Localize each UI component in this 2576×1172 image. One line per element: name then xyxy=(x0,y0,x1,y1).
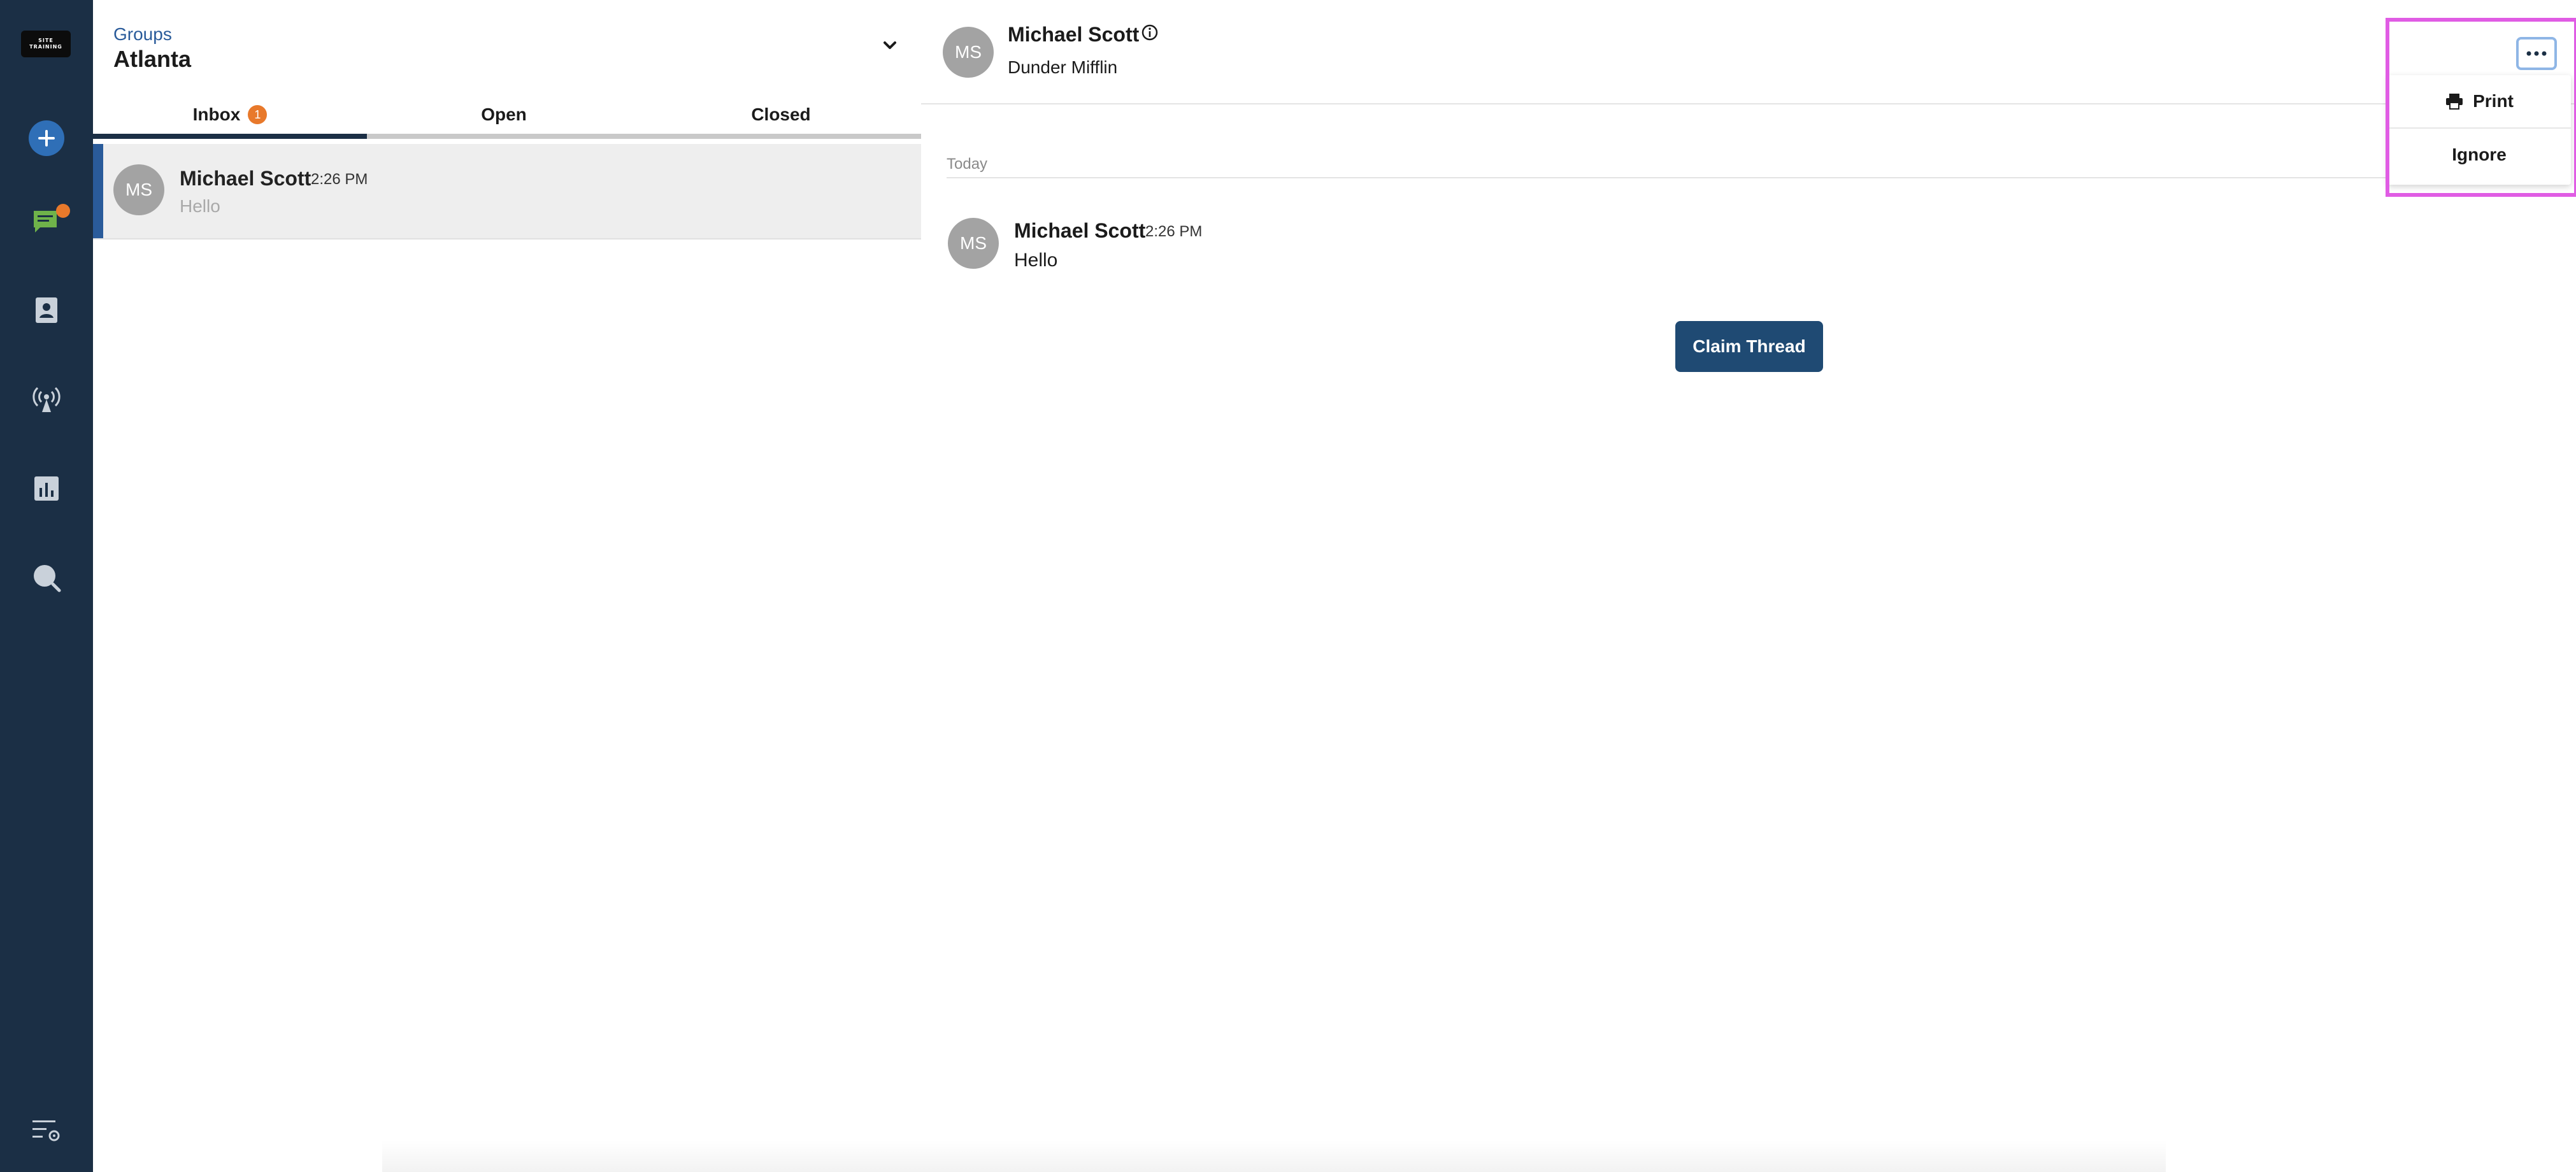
nav-rail: SITE TRAINING xyxy=(0,0,93,1172)
contact-organization: Dunder Mifflin xyxy=(1008,57,1118,77)
thread-row[interactable]: MS Michael Scott 2:26 PM Hello xyxy=(93,144,921,239)
menu-print-label: Print xyxy=(2473,91,2514,111)
group-name[interactable]: Atlanta xyxy=(113,46,191,73)
messages-nav-button[interactable] xyxy=(25,201,70,243)
notification-dot xyxy=(56,204,70,218)
day-separator-label: Today xyxy=(947,155,988,173)
contacts-nav-button[interactable] xyxy=(25,289,68,331)
plus-icon xyxy=(29,120,64,156)
thread-tabs: Inbox 1 Open Closed xyxy=(93,96,921,140)
message-sender: Michael Scott xyxy=(1014,219,1146,242)
analytics-icon xyxy=(34,476,59,501)
broadcast-nav-button[interactable] xyxy=(25,378,68,420)
new-thread-button[interactable] xyxy=(25,117,68,159)
printer-icon xyxy=(2446,94,2463,110)
tab-inbox[interactable]: Inbox 1 xyxy=(93,96,367,134)
thread-contact-name: Michael Scott xyxy=(180,167,311,190)
settings-list-icon xyxy=(32,1120,60,1141)
info-icon[interactable] xyxy=(1140,23,1159,42)
contact-name: Michael Scott xyxy=(1008,23,1140,46)
broadcast-icon xyxy=(32,387,61,412)
tab-open[interactable]: Open xyxy=(367,96,641,134)
message-time: 2:26 PM xyxy=(1145,223,1203,240)
bottom-shadow xyxy=(382,1140,2166,1172)
tab-active-indicator xyxy=(93,134,367,139)
conversation-pane: MS Michael Scott Dunder Mifflin Today MS… xyxy=(921,0,2576,1172)
day-separator-line xyxy=(947,177,2565,178)
ellipsis-icon xyxy=(2526,51,2547,56)
tab-closed[interactable]: Closed xyxy=(641,96,921,134)
app-logo[interactable]: SITE TRAINING xyxy=(21,31,71,57)
contact-avatar: MS xyxy=(943,27,994,78)
chevron-down-icon[interactable] xyxy=(880,36,899,55)
avatar: MS xyxy=(113,164,164,215)
menu-item-ignore[interactable]: Ignore xyxy=(2387,129,2571,181)
thread-preview: Hello xyxy=(180,196,220,216)
selected-row-accent xyxy=(93,144,103,238)
tab-inbox-label: Inbox xyxy=(192,104,241,124)
settings-nav-button[interactable] xyxy=(25,1110,68,1152)
claim-thread-button[interactable]: Claim Thread xyxy=(1675,321,1823,372)
groups-label: Groups xyxy=(113,24,172,44)
analytics-nav-button[interactable] xyxy=(25,468,68,510)
thread-time: 2:26 PM xyxy=(311,171,368,188)
contacts-icon xyxy=(36,297,57,323)
menu-item-print[interactable]: Print xyxy=(2387,75,2571,129)
inbox-count-badge: 1 xyxy=(248,105,268,124)
message-text: Hello xyxy=(1014,250,1058,271)
search-nav-button[interactable] xyxy=(25,557,68,599)
more-options-button[interactable] xyxy=(2516,37,2557,70)
options-menu: Print Ignore xyxy=(2387,75,2571,185)
message-avatar: MS xyxy=(948,218,999,269)
header-divider xyxy=(921,103,2576,104)
thread-list-pane: Groups Atlanta Inbox 1 Open Closed MS Mi… xyxy=(93,0,922,1172)
search-icon xyxy=(34,565,61,592)
